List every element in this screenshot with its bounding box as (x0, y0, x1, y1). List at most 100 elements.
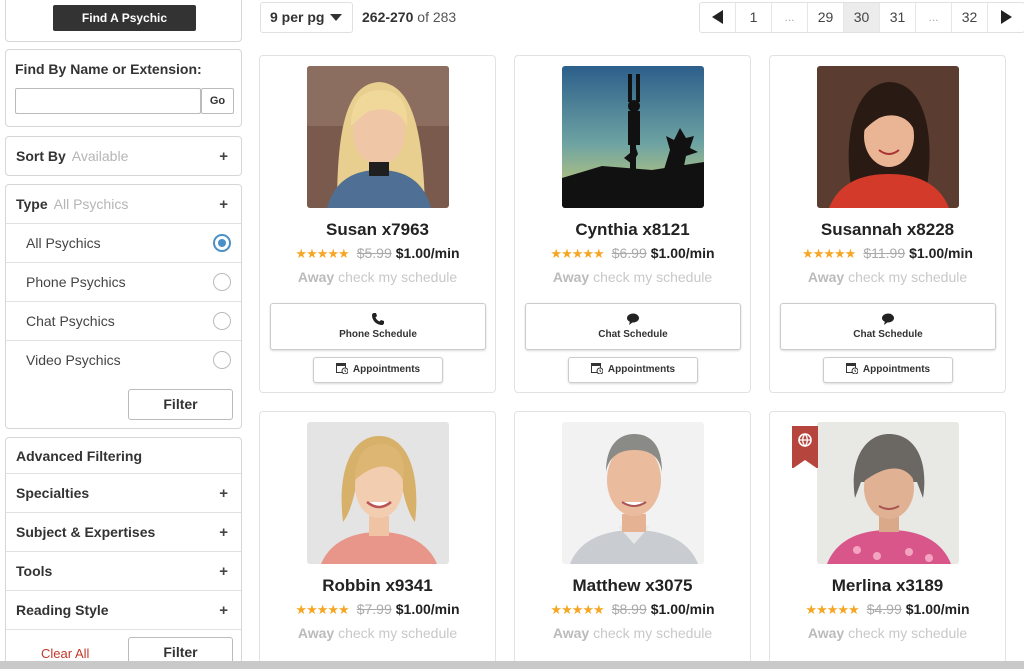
find-psychic-panel: Find A Psychic (5, 0, 242, 42)
filter-row-label: Reading Style (16, 602, 109, 618)
chat-icon (882, 313, 894, 325)
page-link[interactable]: 1 (736, 3, 772, 32)
horizontal-scrollbar[interactable] (0, 661, 1024, 669)
radio-icon[interactable] (213, 273, 231, 291)
find-a-psychic-button[interactable]: Find A Psychic (53, 5, 196, 31)
prev-page-button[interactable] (700, 3, 736, 32)
old-price: $8.99 (611, 601, 647, 617)
phone-schedule-button[interactable]: Phone Schedule (270, 303, 486, 350)
psychic-card[interactable]: Merlina x3189 ★★★★★ $4.99 $1.00/min Away c… (769, 411, 1006, 669)
status-away: Away (807, 625, 845, 641)
pagination: 1 ... 29 30 31 ... 32 (699, 2, 1024, 33)
psychic-photo[interactable] (817, 66, 959, 208)
clear-all-link[interactable]: Clear All (41, 646, 89, 661)
filter-tools[interactable]: Tools + (6, 551, 241, 590)
old-price: $11.99 (863, 245, 906, 261)
calendar-clock-icon (590, 363, 603, 374)
type-option-phone-psychics[interactable]: Phone Psychics (6, 262, 241, 301)
next-page-button[interactable] (988, 3, 1024, 32)
psychic-photo[interactable] (562, 66, 704, 208)
psychic-name[interactable]: Merlina x3189 (770, 576, 1005, 596)
psychic-photo[interactable] (817, 422, 959, 564)
appointments-button[interactable]: Appointments (313, 357, 443, 383)
filter-specialties[interactable]: Specialties + (6, 473, 241, 512)
psychic-card[interactable]: Cynthia x8121 ★★★★★ $6.99 $1.00/min Away c… (514, 55, 751, 393)
sort-by-value: Available (71, 148, 129, 164)
page-link-current[interactable]: 30 (844, 3, 880, 32)
price-row: ★★★★★ $5.99 $1.00/min (260, 245, 495, 262)
psychic-name[interactable]: Susan x7963 (260, 220, 495, 240)
page-link[interactable]: 32 (952, 3, 988, 32)
type-option-label: All Psychics (26, 235, 101, 251)
type-option-label: Phone Psychics (26, 274, 126, 290)
find-by-name-label: Find By Name or Extension: (15, 61, 202, 77)
type-filter-button[interactable]: Filter (128, 389, 233, 420)
current-price: $1.00/min (395, 601, 460, 617)
price-row: ★★★★★ $11.99 $1.00/min (770, 245, 1005, 262)
results-range: 262-270 of 283 (362, 9, 456, 25)
status-schedule-text: check my schedule (338, 625, 458, 641)
availability-status: Away check my schedule (515, 269, 750, 285)
caret-down-icon (330, 14, 343, 21)
results-range-total: of 283 (417, 9, 457, 25)
appointments-button[interactable]: Appointments (823, 357, 953, 383)
name-extension-input[interactable] (15, 88, 201, 114)
type-option-chat-psychics[interactable]: Chat Psychics (6, 301, 241, 340)
psychic-photo[interactable] (307, 66, 449, 208)
per-page-select[interactable]: 9 per pg (260, 2, 353, 33)
star-rating-icon: ★★★★★ (805, 602, 859, 617)
current-price: $1.00/min (909, 245, 973, 261)
expand-icon[interactable]: + (219, 602, 228, 619)
filter-reading-style[interactable]: Reading Style + (6, 590, 241, 629)
status-schedule-text: check my schedule (593, 625, 713, 641)
chat-schedule-button[interactable]: Chat Schedule (780, 303, 996, 350)
psychic-card[interactable]: Susan x7963 ★★★★★ $5.99 $1.00/min Away che… (259, 55, 496, 393)
go-button[interactable]: Go (201, 88, 234, 114)
expand-icon[interactable]: + (219, 485, 228, 502)
status-schedule-text: check my schedule (338, 269, 458, 285)
page-link[interactable]: 29 (808, 3, 844, 32)
type-label: Type All Psychics (16, 196, 128, 212)
type-option-label: Video Psychics (26, 352, 121, 368)
page-link[interactable]: 31 (880, 3, 916, 32)
type-panel: Type All Psychics + All Psychics Phone Ps… (5, 184, 242, 429)
radio-icon[interactable] (213, 312, 231, 330)
appointments-label: Appointments (352, 364, 421, 375)
arrow-left-icon (712, 10, 723, 24)
expand-icon[interactable]: + (219, 563, 228, 580)
sort-expand-icon[interactable]: + (219, 148, 228, 165)
psychic-name[interactable]: Susannah x8228 (770, 220, 1005, 240)
type-option-all-psychics[interactable]: All Psychics (6, 223, 241, 262)
status-schedule-text: check my schedule (593, 269, 713, 285)
availability-status: Away check my schedule (515, 625, 750, 641)
radio-icon[interactable] (213, 351, 231, 369)
current-price: $1.00/min (650, 601, 715, 617)
psychic-card[interactable]: Susannah x8228 ★★★★★ $11.99 $1.00/min Away… (769, 55, 1006, 393)
current-price: $1.00/min (650, 245, 715, 261)
page-ellipsis: ... (916, 3, 952, 32)
radio-selected-icon[interactable] (213, 234, 231, 252)
psychic-name[interactable]: Robbin x9341 (260, 576, 495, 596)
psychic-photo[interactable] (307, 422, 449, 564)
psychic-photo[interactable] (562, 422, 704, 564)
psychic-name[interactable]: Matthew x3075 (515, 576, 750, 596)
chat-schedule-button[interactable]: Chat Schedule (525, 303, 741, 350)
status-away: Away (297, 269, 335, 285)
per-page-value: 9 per pg (270, 9, 325, 25)
calendar-clock-icon (335, 363, 348, 374)
arrow-right-icon (1000, 10, 1012, 24)
filter-subject-expertises[interactable]: Subject & Expertises + (6, 512, 241, 551)
type-option-video-psychics[interactable]: Video Psychics (6, 340, 241, 379)
psychic-name[interactable]: Cynthia x8121 (515, 220, 750, 240)
old-price: $4.99 (866, 601, 902, 617)
type-expand-icon[interactable]: + (219, 196, 228, 213)
status-away: Away (807, 269, 845, 285)
sort-by-panel[interactable]: Sort By Available + (5, 136, 242, 176)
appointments-button[interactable]: Appointments (568, 357, 698, 383)
expand-icon[interactable]: + (219, 524, 228, 541)
availability-status: Away check my schedule (770, 269, 1005, 285)
psychic-card[interactable]: Robbin x9341 ★★★★★ $7.99 $1.00/min Away ch… (259, 411, 496, 669)
status-schedule-text: check my schedule (848, 269, 968, 285)
psychic-card[interactable]: Matthew x3075 ★★★★★ $8.99 $1.00/min Away c… (514, 411, 751, 669)
price-row: ★★★★★ $7.99 $1.00/min (260, 601, 495, 618)
